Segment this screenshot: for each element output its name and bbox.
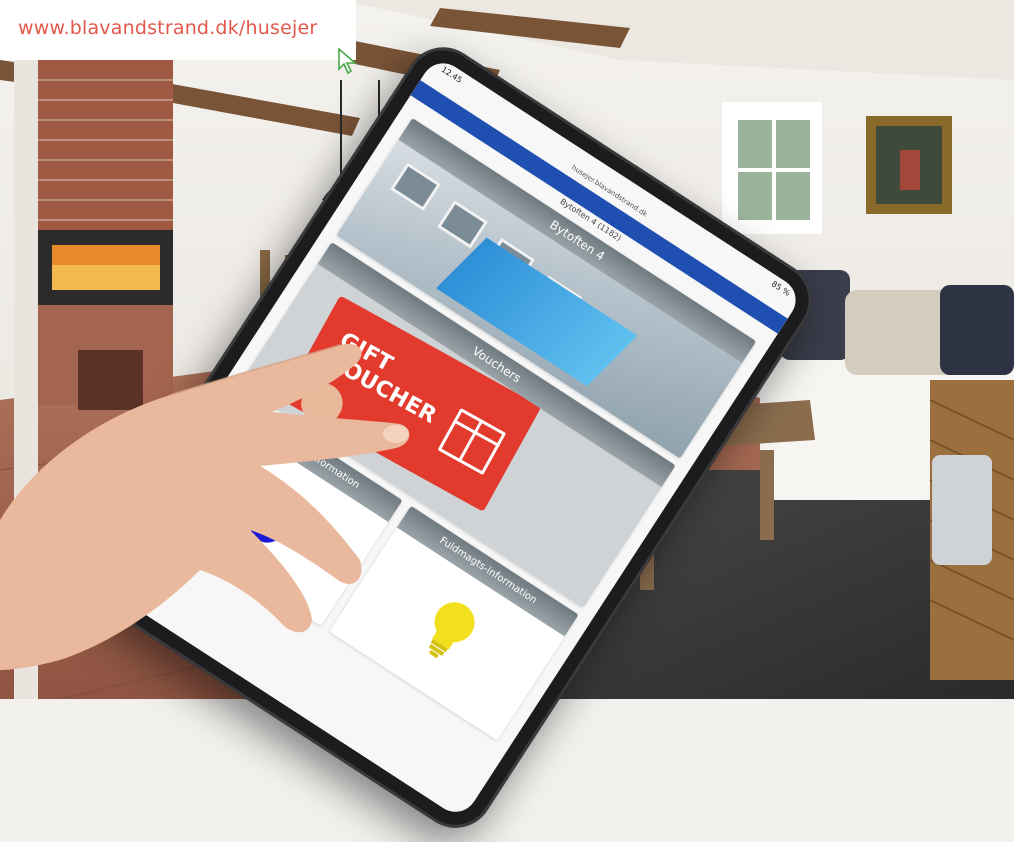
pointing-hand <box>0 343 410 670</box>
